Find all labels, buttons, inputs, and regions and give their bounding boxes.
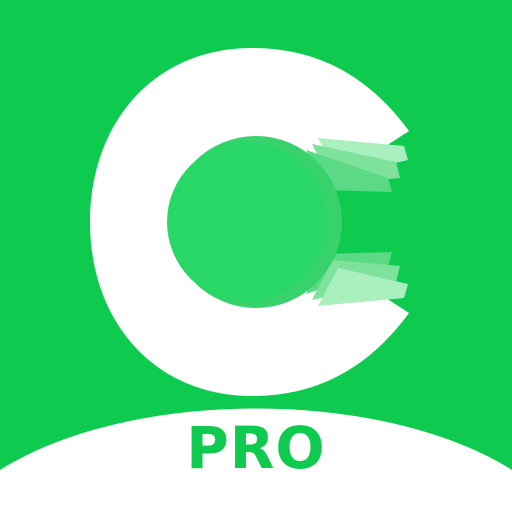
pro-badge-label: PRO [186,414,326,482]
coin-icon [167,142,327,302]
app-icon: PRO [0,0,512,512]
